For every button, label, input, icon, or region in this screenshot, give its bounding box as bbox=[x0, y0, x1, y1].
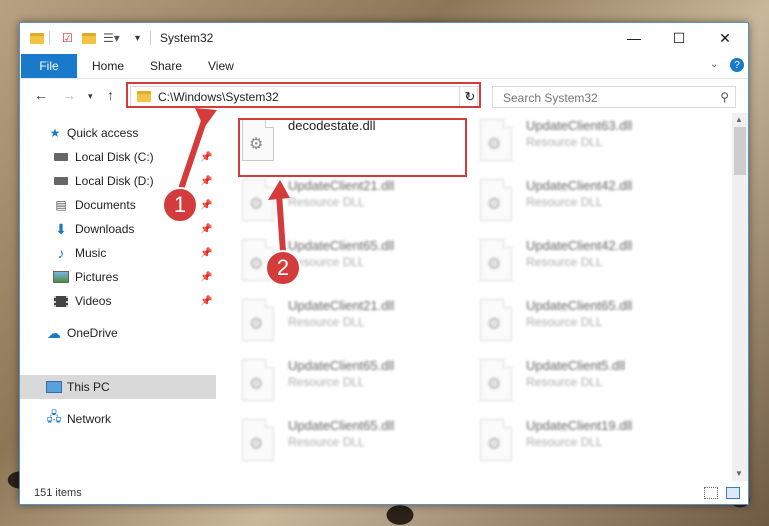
callout-2: 2 bbox=[265, 250, 301, 286]
arrow-1-head bbox=[195, 108, 217, 128]
arrow-2-head bbox=[268, 180, 290, 200]
arrow-2-line bbox=[276, 191, 286, 255]
annotation-arrows bbox=[177, 108, 290, 255]
callout-1: 1 bbox=[162, 187, 198, 223]
arrow-1-line bbox=[177, 115, 208, 195]
